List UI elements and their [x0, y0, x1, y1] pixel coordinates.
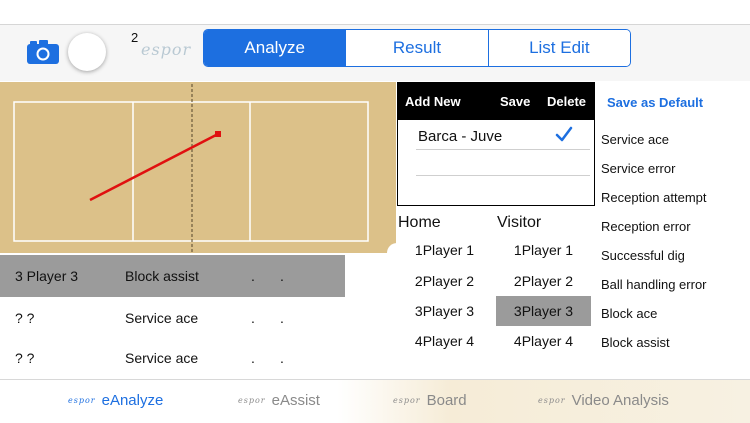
home-player-2[interactable]: 2Player 2	[397, 266, 492, 296]
tab-eassist[interactable]: espor eAssist	[238, 392, 320, 409]
tab-brand-logo: espor	[238, 396, 266, 405]
segment-list-edit[interactable]: List Edit	[488, 30, 630, 66]
delete-button[interactable]: Delete	[547, 94, 586, 109]
match-list: Barca - Juve	[397, 120, 595, 206]
tab-brand-logo: espor	[68, 396, 96, 405]
event-field-a: .	[251, 268, 255, 284]
action-item[interactable]: Successful dig	[601, 248, 685, 263]
tab-board[interactable]: espor Board	[393, 392, 467, 409]
event-action: Block assist	[125, 268, 199, 284]
event-row[interactable]: 3 Player 3 Block assist . .	[0, 255, 345, 297]
volleyball-court[interactable]	[0, 82, 396, 253]
event-field-b: .	[280, 268, 284, 284]
tab-label: eAssist	[271, 392, 320, 409]
list-divider	[416, 175, 590, 176]
event-row[interactable]: ? ? Service ace . .	[0, 337, 345, 379]
badge-number: 2	[131, 30, 139, 45]
match-item[interactable]: Barca - Juve	[418, 128, 502, 145]
add-new-button[interactable]: Add New	[405, 94, 461, 109]
tab-label: eAnalyze	[101, 392, 164, 409]
home-player-1[interactable]: 1Player 1	[397, 235, 492, 265]
action-item[interactable]: Service ace	[601, 132, 669, 147]
tab-eanalyze[interactable]: espor eAnalyze	[68, 392, 163, 409]
event-field-b: .	[280, 310, 284, 326]
action-item[interactable]: Service error	[601, 161, 675, 176]
segment-result[interactable]: Result	[346, 30, 489, 66]
action-item[interactable]: Block ace	[601, 306, 657, 321]
save-as-default-button[interactable]: Save as Default	[607, 95, 703, 110]
home-player-3[interactable]: 3Player 3	[397, 296, 492, 326]
visitor-player-2[interactable]: 2Player 2	[496, 266, 591, 296]
action-item[interactable]: Reception error	[601, 219, 691, 234]
action-item[interactable]: Block assist	[601, 335, 670, 350]
list-divider	[416, 149, 590, 150]
event-player: ? ?	[15, 350, 35, 366]
action-item[interactable]: Reception attempt	[601, 190, 707, 205]
tab-label: Video Analysis	[571, 392, 669, 409]
tab-brand-logo: espor	[538, 396, 566, 405]
event-row[interactable]: ? ? Service ace . .	[0, 297, 345, 339]
brand-logo: espor	[141, 40, 192, 59]
visitor-team-title: Visitor	[497, 214, 542, 231]
visitor-player-4[interactable]: 4Player 4	[496, 326, 591, 356]
visitor-player-1[interactable]: 1Player 1	[496, 235, 591, 265]
action-item[interactable]: Ball handling error	[601, 277, 707, 292]
event-field-a: .	[251, 310, 255, 326]
visitor-player-3[interactable]: 3Player 3	[496, 296, 591, 326]
event-field-b: .	[280, 350, 284, 366]
mode-segmented-control: Analyze Result List Edit	[203, 29, 631, 67]
event-action: Service ace	[125, 310, 199, 326]
save-button[interactable]: Save	[500, 94, 530, 109]
home-player-4[interactable]: 4Player 4	[397, 326, 492, 356]
match-toolbar: Add New Save Delete	[397, 82, 595, 120]
tab-label: Board	[426, 392, 467, 409]
checkmark-icon	[555, 126, 573, 142]
camera-icon[interactable]	[26, 39, 60, 65]
tab-brand-logo: espor	[393, 396, 421, 405]
event-field-a: .	[251, 350, 255, 366]
status-strip	[0, 0, 750, 25]
toggle-switch[interactable]	[68, 33, 106, 71]
home-team-title: Home	[398, 214, 441, 231]
event-player: 3 Player 3	[15, 268, 79, 284]
tab-video-analysis[interactable]: espor Video Analysis	[538, 392, 669, 409]
event-player: ? ?	[15, 310, 35, 326]
segment-analyze[interactable]: Analyze	[204, 30, 347, 66]
event-action: Service ace	[125, 350, 199, 366]
